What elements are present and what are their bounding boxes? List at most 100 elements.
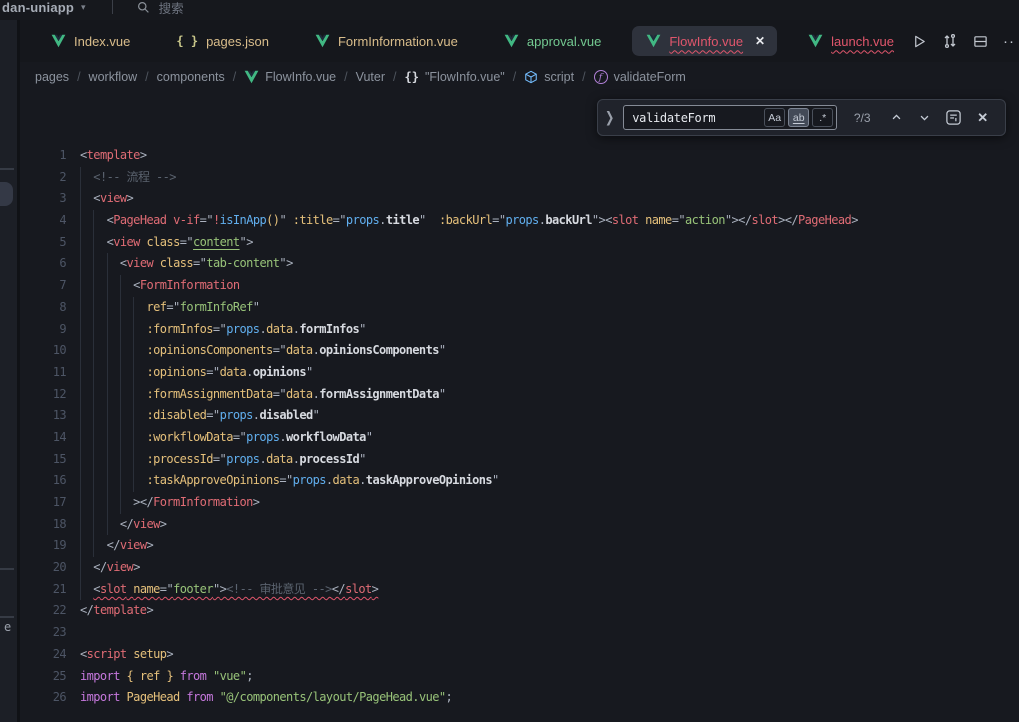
tab-label: pages.json [206, 34, 269, 49]
code-line[interactable]: 3 <view> [20, 188, 1019, 210]
indent-guide [80, 210, 81, 232]
indent-guide [120, 384, 121, 406]
code-line[interactable]: 6 <view class="tab-content"> [20, 253, 1019, 275]
breadcrumb-label: components [157, 70, 225, 84]
line-number: 1 [20, 145, 66, 167]
previous-match-icon[interactable] [891, 112, 902, 123]
code-line[interactable]: 20 </view> [20, 557, 1019, 579]
close-icon[interactable]: ✕ [977, 110, 988, 126]
braces-icon: {} [405, 70, 419, 84]
tab-flowinfo-vue[interactable]: FlowInfo.vue✕ [632, 26, 777, 56]
indent-guide [93, 470, 94, 492]
find-widget: ❯ validateForm Aa ab .* ?/3 ✕ [597, 99, 1006, 136]
function-icon: f [594, 70, 608, 84]
indent-guide [120, 427, 121, 449]
code-line[interactable]: 11 :opinions="data.opinions" [20, 362, 1019, 384]
code-line[interactable]: 21 <slot name="footer"><!-- 审批意见 --></sl… [20, 579, 1019, 601]
indent-guide [107, 340, 108, 362]
module-icon [524, 70, 538, 84]
breadcrumb-item[interactable]: fvalidateForm [594, 70, 686, 84]
code-line[interactable]: 18 </view> [20, 514, 1019, 536]
code-line[interactable]: 7 <FormInformation [20, 275, 1019, 297]
code-line[interactable]: 13 :disabled="props.disabled" [20, 405, 1019, 427]
code-line[interactable]: 25import { ref } from "vue"; [20, 666, 1019, 688]
line-number: 26 [20, 687, 66, 709]
tab-index-vue[interactable]: Index.vue [28, 20, 153, 62]
code-line[interactable]: 4 <PageHead v-if="!isInApp()" :title="pr… [20, 210, 1019, 232]
breadcrumb-item[interactable]: workflow [89, 70, 138, 84]
indent-guide [107, 427, 108, 449]
line-number: 13 [20, 405, 66, 427]
tab-forminformation-vue[interactable]: FormInformation.vue [292, 20, 481, 62]
breadcrumb-separator: / [77, 70, 80, 84]
code-line[interactable]: 12 :formAssignmentData="data.formAssignm… [20, 384, 1019, 406]
indent-guide [120, 297, 121, 319]
code-line[interactable]: 17 ></FormInformation> [20, 492, 1019, 514]
rail-handle[interactable] [0, 182, 13, 206]
tab-pages-json[interactable]: { }pages.json [153, 20, 292, 62]
run-icon[interactable] [912, 34, 927, 49]
tab-approval-vue[interactable]: approval.vue [481, 20, 624, 62]
indent-guide [120, 275, 121, 297]
breadcrumb: pages / workflow / components / FlowInfo.vue / V… [20, 62, 1019, 92]
split-editor-icon[interactable] [973, 34, 988, 49]
code-line[interactable]: 5 <view class="content"> [20, 232, 1019, 254]
toggle-replace-icon[interactable]: ❯ [605, 109, 614, 126]
breadcrumb-separator: / [513, 70, 516, 84]
line-number: 8 [20, 297, 66, 319]
code-area[interactable]: 1<template>2 <!-- 流程 -->3 <view>4 <PageH… [20, 145, 1019, 722]
breadcrumb-item[interactable]: script [524, 70, 574, 84]
indent-guide [93, 340, 94, 362]
indent-guide [120, 362, 121, 384]
more-actions-icon[interactable]: ··· [1003, 33, 1015, 50]
code-line[interactable]: 26import PageHead from "@/components/lay… [20, 687, 1019, 709]
line-number: 22 [20, 600, 66, 622]
global-search[interactable]: 搜索 [137, 0, 184, 17]
regex-toggle[interactable]: .* [812, 108, 833, 127]
code-line[interactable]: 1<template> [20, 145, 1019, 167]
breadcrumb-separator: / [393, 70, 396, 84]
side-rail[interactable]: e [0, 20, 20, 722]
code-line[interactable]: 15 :processId="props.data.processId" [20, 449, 1019, 471]
code-line[interactable]: 8 ref="formInfoRef" [20, 297, 1019, 319]
breadcrumb-item[interactable]: {}"FlowInfo.vue" [405, 70, 505, 84]
code-line[interactable]: 2 <!-- 流程 --> [20, 167, 1019, 189]
breadcrumb-item[interactable]: pages [35, 70, 69, 84]
close-icon[interactable]: ✕ [755, 34, 765, 48]
line-number: 12 [20, 384, 66, 406]
vue-icon [51, 34, 66, 48]
compare-changes-icon[interactable] [942, 33, 958, 49]
breadcrumb-item[interactable]: components [157, 70, 225, 84]
next-match-icon[interactable] [919, 112, 930, 123]
tab-launch-vue[interactable]: launch.vue [785, 20, 917, 62]
breadcrumb-item[interactable]: Vuter [356, 70, 385, 84]
find-query[interactable]: validateForm [632, 111, 715, 125]
indent-guide [80, 275, 81, 297]
code-line[interactable]: 23 [20, 622, 1019, 644]
indent-guide [120, 449, 121, 471]
code-line[interactable]: 16 :taskApproveOpinions="props.data.task… [20, 470, 1019, 492]
code-line[interactable]: 24<script setup> [20, 644, 1019, 666]
indent-guide [120, 340, 121, 362]
breadcrumb-label: script [544, 70, 574, 84]
tab-label: launch.vue [831, 34, 894, 49]
line-number: 11 [20, 362, 66, 384]
line-number: 10 [20, 340, 66, 362]
code-line[interactable]: 14 :workflowData="props.workflowData" [20, 427, 1019, 449]
find-in-selection-icon[interactable] [945, 109, 962, 126]
code-line[interactable]: 22</template> [20, 600, 1019, 622]
vue-icon [244, 70, 259, 84]
code-line[interactable]: 10 :opinionsComponents="data.opinionsCom… [20, 340, 1019, 362]
project-menu[interactable]: dan-uniapp [2, 0, 74, 15]
find-input[interactable]: validateForm Aa ab .* [623, 105, 837, 130]
breadcrumb-label: workflow [89, 70, 138, 84]
breadcrumb-label: pages [35, 70, 69, 84]
code-line[interactable]: 19 </view> [20, 535, 1019, 557]
breadcrumb-separator: / [582, 70, 585, 84]
whole-word-toggle[interactable]: ab [788, 108, 809, 127]
code-line[interactable]: 9 :formInfos="props.data.formInfos" [20, 319, 1019, 341]
indent-guide [107, 514, 108, 536]
tab-label: FormInformation.vue [338, 34, 458, 49]
match-case-toggle[interactable]: Aa [764, 108, 785, 127]
breadcrumb-item[interactable]: FlowInfo.vue [244, 70, 336, 84]
